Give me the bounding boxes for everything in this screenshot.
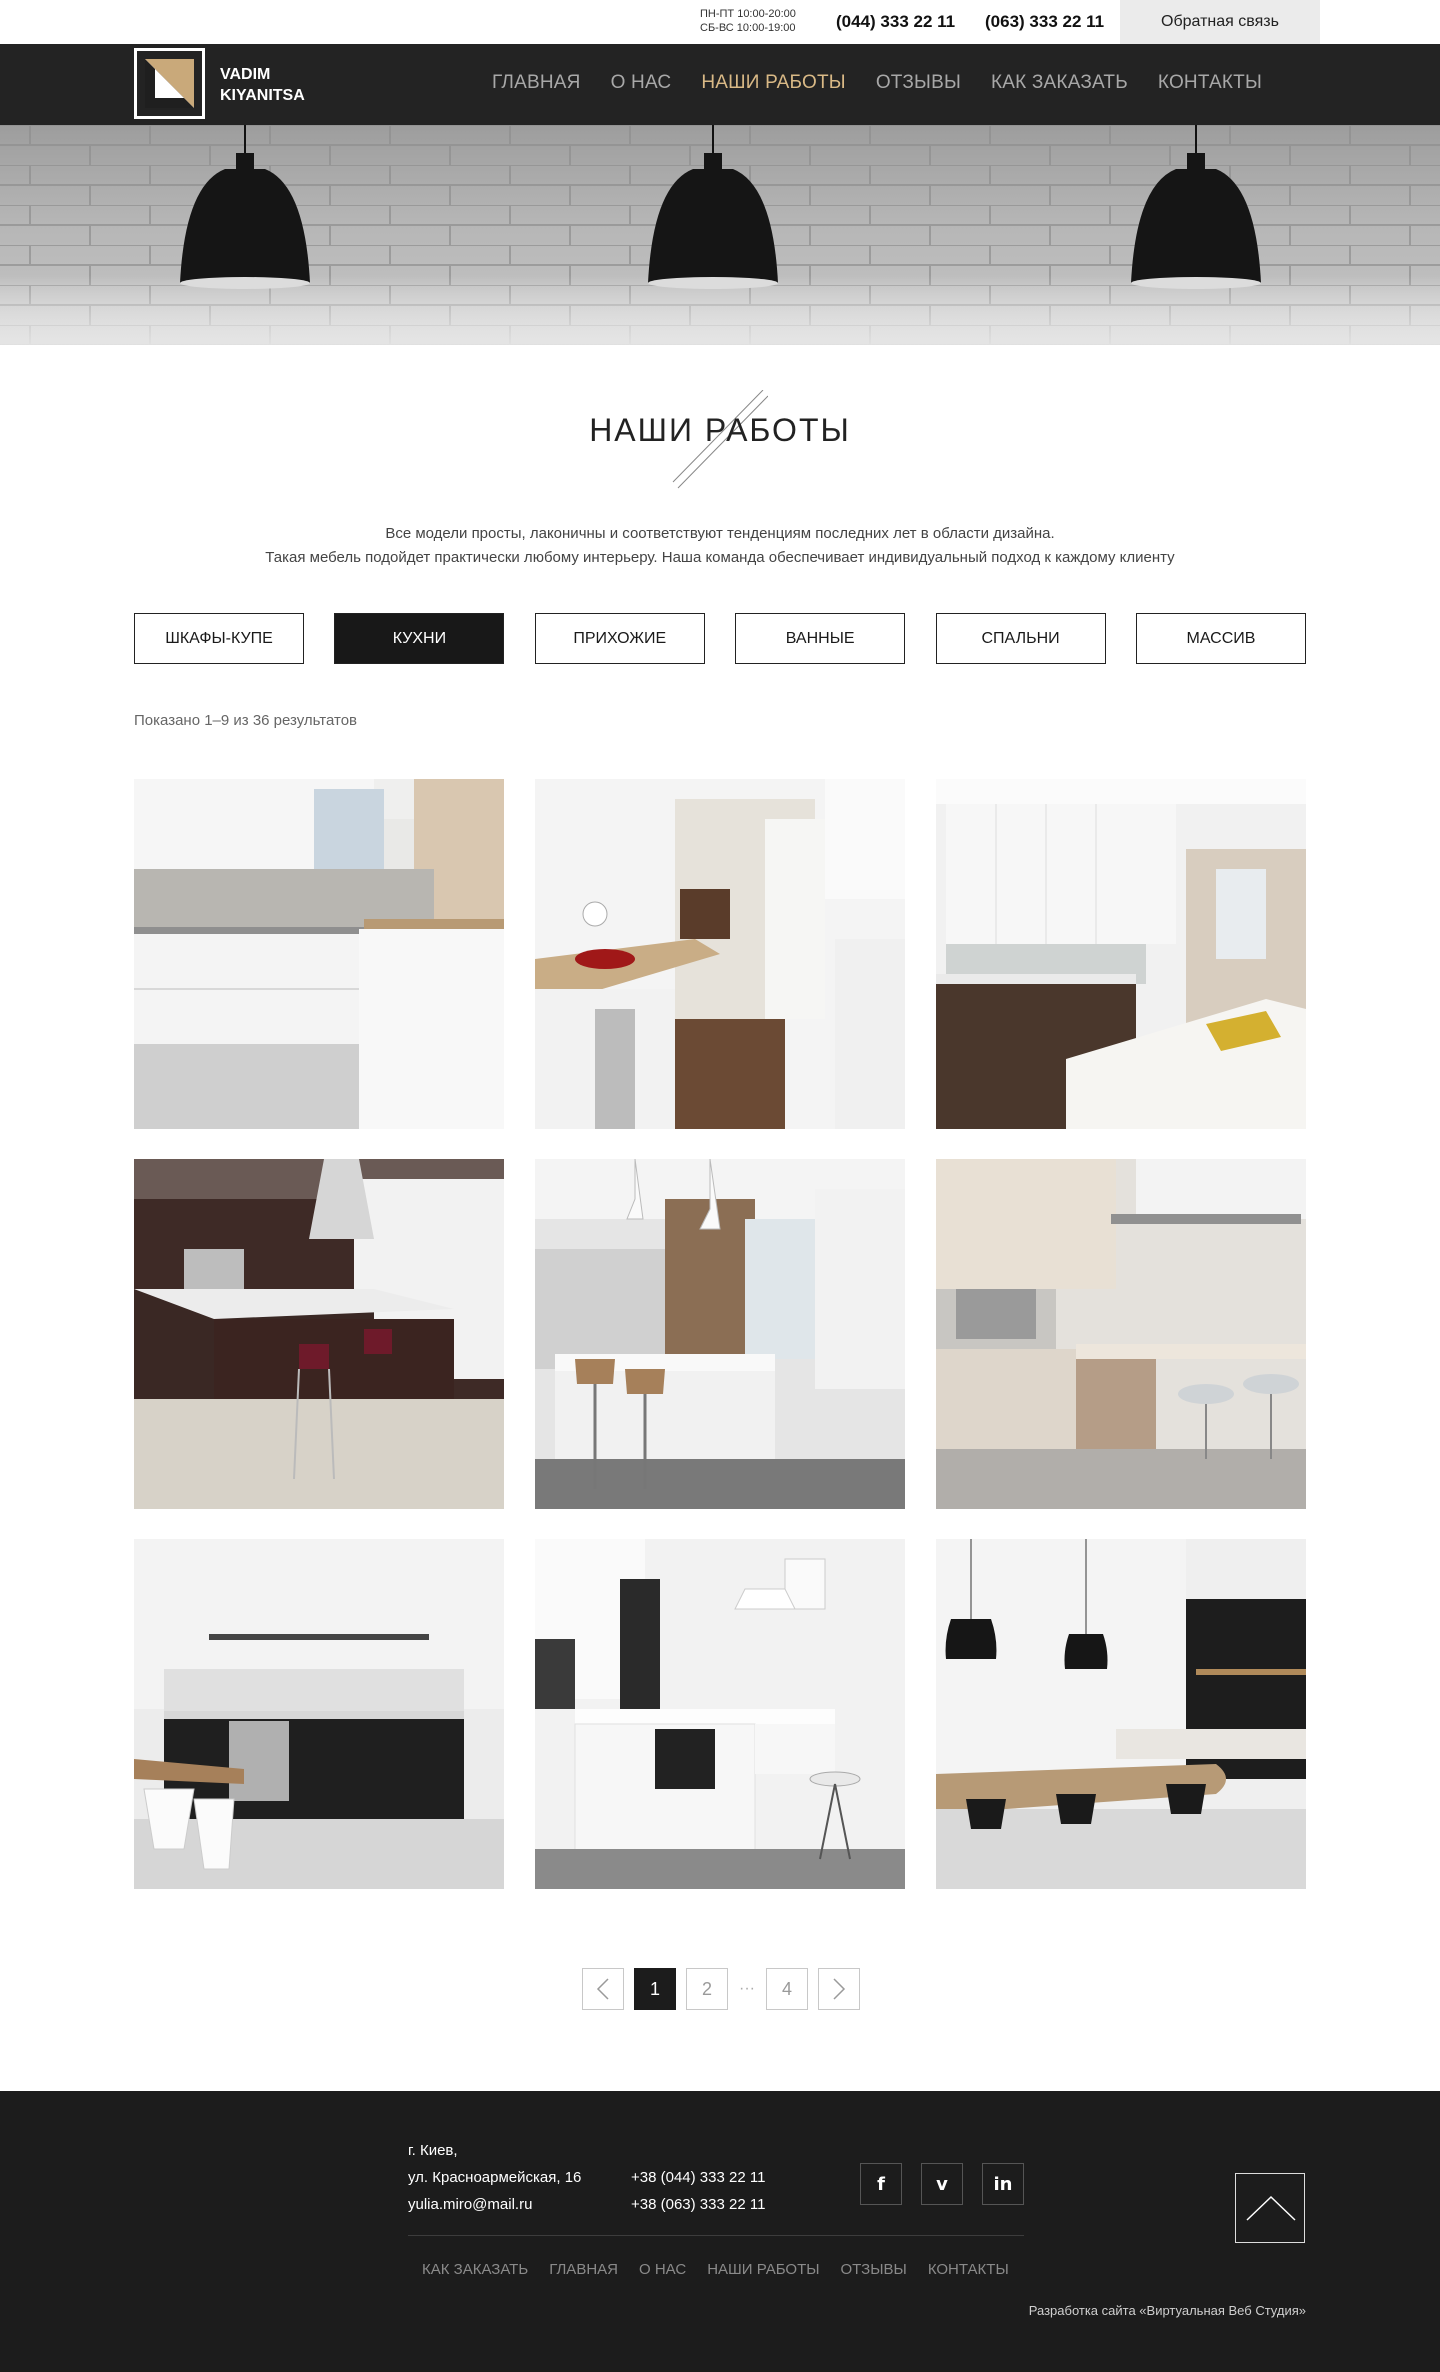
footer-street: ул. Красноармейская, 16: [408, 2169, 582, 2186]
filter-wardrobes[interactable]: ШКАФЫ-КУПЕ: [134, 613, 304, 664]
results-count: Показано 1–9 из 36 результатов: [134, 712, 358, 729]
hero-banner: [0, 125, 1440, 345]
kitchen-photo-6: [936, 1159, 1306, 1509]
kitchen-photo-1: [134, 779, 504, 1129]
footer-divider: [408, 2235, 1024, 2236]
intro-line-1: Все модели просты, лаконичны и соответст…: [385, 525, 1055, 542]
category-filters: ШКАФЫ-КУПЕ КУХНИ ПРИХОЖИЕ ВАННЫЕ СПАЛЬНИ…: [134, 613, 1306, 664]
nav-item-how-to-order[interactable]: КАК ЗАКАЗАТЬ: [991, 72, 1128, 94]
filter-bedrooms[interactable]: СПАЛЬНИ: [935, 613, 1106, 664]
gallery-item[interactable]: [936, 779, 1306, 1129]
footer: г. Киев, ул. Красноармейская, 16 yulia.m…: [0, 2091, 1440, 2372]
footer-city: г. Киев,: [408, 2142, 458, 2159]
nav-item-works[interactable]: НАШИ РАБОТЫ: [701, 72, 845, 94]
hero-lamps-image: [0, 125, 1440, 345]
gallery-item[interactable]: [936, 1539, 1306, 1889]
brand-name[interactable]: VADIM KIYANITSA: [220, 64, 305, 106]
kitchen-photo-8: [535, 1539, 905, 1889]
kitchen-photo-3: [936, 779, 1306, 1129]
nav-item-about[interactable]: О НАС: [611, 72, 672, 94]
footer-phone-1[interactable]: +38 (044) 333 22 11: [631, 2164, 765, 2191]
pagination-next-button[interactable]: [818, 1968, 860, 2010]
footer-nav-contacts[interactable]: КОНТАКТЫ: [928, 2261, 1009, 2278]
hours-weekdays: ПН-ПТ 10:00-20:00: [700, 8, 796, 20]
intro-line-2: Такая мебель подойдет практически любому…: [265, 549, 1175, 566]
page-title: НАШИ РАБОТЫ: [589, 412, 851, 448]
footer-nav-reviews[interactable]: ОТЗЫВЫ: [841, 2261, 907, 2278]
social-links: f v in: [860, 2163, 1024, 2205]
kitchen-photo-2: [535, 779, 905, 1129]
brand-line-1: VADIM: [220, 66, 271, 83]
chevron-right-icon: [833, 1978, 846, 2000]
working-hours: ПН-ПТ 10:00-20:00 СБ-ВС 10:00-19:00: [700, 7, 796, 35]
kitchen-photo-9: [936, 1539, 1306, 1889]
pagination-ellipsis: ···: [739, 1980, 755, 1997]
gallery-item[interactable]: [535, 779, 905, 1129]
pagination-page-1[interactable]: 1: [634, 1968, 676, 2010]
kitchen-photo-5: [535, 1159, 905, 1509]
kitchen-photo-7: [134, 1539, 504, 1889]
developer-credit[interactable]: Разработка сайта «Виртуальная Веб Студия…: [1029, 2303, 1306, 2318]
filter-kitchens[interactable]: КУХНИ: [334, 613, 505, 664]
pagination-page-2[interactable]: 2: [686, 1968, 728, 2010]
footer-nav: КАК ЗАКАЗАТЬ ГЛАВНАЯ О НАС НАШИ РАБОТЫ О…: [422, 2261, 1030, 2278]
filter-bathrooms[interactable]: ВАННЫЕ: [735, 613, 906, 664]
footer-phones: +38 (044) 333 22 11 +38 (063) 333 22 11: [631, 2164, 765, 2218]
footer-nav-works[interactable]: НАШИ РАБОТЫ: [707, 2261, 819, 2278]
linkedin-icon[interactable]: in: [982, 2163, 1024, 2205]
logo-mark-icon: [145, 59, 194, 108]
gallery-item[interactable]: [535, 1159, 905, 1509]
nav-item-reviews[interactable]: ОТЗЫВЫ: [876, 72, 961, 94]
footer-email[interactable]: yulia.miro@mail.ru: [408, 2191, 581, 2218]
works-gallery: [134, 779, 1306, 1889]
brand-line-2: KIYANITSA: [220, 87, 305, 104]
pagination-prev-button[interactable]: [582, 1968, 624, 2010]
gallery-item[interactable]: [535, 1539, 905, 1889]
facebook-icon[interactable]: f: [860, 2163, 902, 2205]
chevron-left-icon: [596, 1978, 609, 2000]
vimeo-icon[interactable]: v: [921, 2163, 963, 2205]
feedback-button[interactable]: Обратная связь: [1120, 0, 1320, 44]
footer-nav-how-to-order[interactable]: КАК ЗАКАЗАТЬ: [422, 2261, 528, 2278]
logo[interactable]: [134, 48, 205, 119]
footer-nav-about[interactable]: О НАС: [639, 2261, 686, 2278]
footer-phone-2[interactable]: +38 (063) 333 22 11: [631, 2191, 765, 2218]
main-nav: ГЛАВНАЯ О НАС НАШИ РАБОТЫ ОТЗЫВЫ КАК ЗАК…: [492, 72, 1292, 94]
phone-number-1[interactable]: (044) 333 22 11: [836, 12, 955, 32]
kitchen-photo-4: [134, 1159, 504, 1509]
chevron-up-icon: [1246, 2195, 1296, 2221]
main-navbar: VADIM KIYANITSA ГЛАВНАЯ О НАС НАШИ РАБОТ…: [0, 44, 1440, 125]
phone-number-2[interactable]: (063) 333 22 11: [985, 12, 1104, 32]
footer-nav-home[interactable]: ГЛАВНАЯ: [549, 2261, 618, 2278]
filter-hallways[interactable]: ПРИХОЖИЕ: [534, 613, 705, 664]
footer-address: г. Киев, ул. Красноармейская, 16 yulia.m…: [408, 2137, 581, 2218]
scroll-to-top-button[interactable]: [1235, 2173, 1305, 2243]
gallery-item[interactable]: [134, 779, 504, 1129]
gallery-item[interactable]: [134, 1539, 504, 1889]
gallery-item[interactable]: [936, 1159, 1306, 1509]
hours-weekend: СБ-ВС 10:00-19:00: [700, 22, 796, 34]
top-bar: ПН-ПТ 10:00-20:00 СБ-ВС 10:00-19:00 (044…: [0, 0, 1440, 44]
gallery-item[interactable]: [134, 1159, 504, 1509]
intro-text: Все модели просты, лаконичны и соответст…: [0, 522, 1440, 570]
nav-item-home[interactable]: ГЛАВНАЯ: [492, 72, 581, 94]
pagination: 1 2 ··· 4: [582, 1968, 870, 2010]
nav-item-contacts[interactable]: КОНТАКТЫ: [1158, 72, 1262, 94]
pagination-page-4[interactable]: 4: [766, 1968, 808, 2010]
filter-solid-wood[interactable]: МАССИВ: [1135, 613, 1306, 664]
